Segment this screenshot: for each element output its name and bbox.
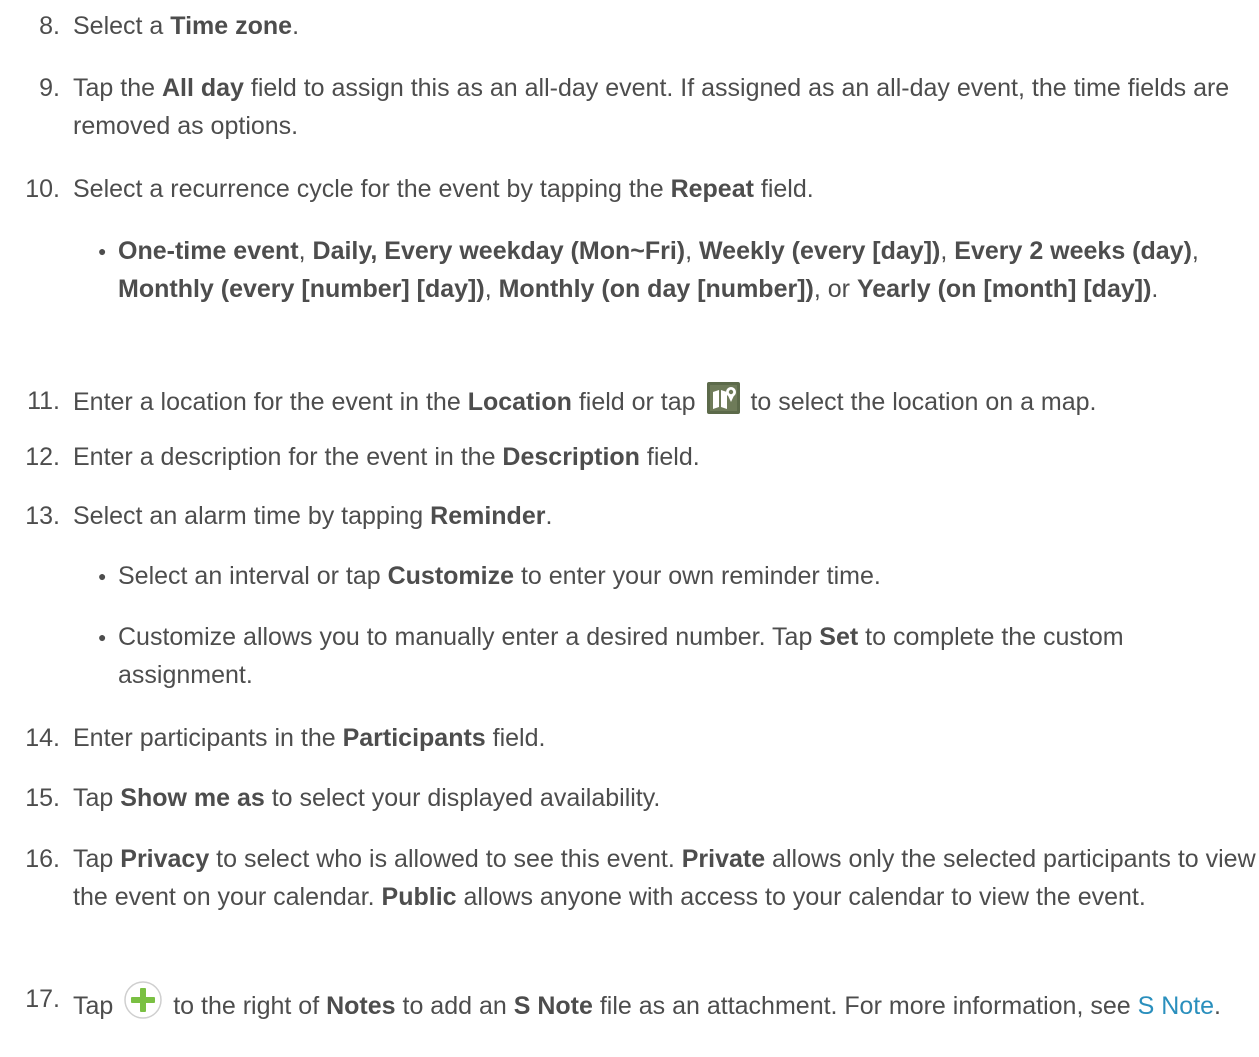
map-location-icon (706, 382, 740, 414)
repeat-options-text: One-time event, Daily, Every weekday (Mo… (118, 237, 1199, 303)
reminder-bullet-1: ● Select an interval or tap Customize to… (98, 557, 1259, 595)
step-number: 11. (27, 387, 60, 415)
step-number: 16. (25, 845, 60, 873)
step-number: 12. (25, 443, 60, 471)
step-text: Enter a location for the event in the Lo… (73, 382, 1259, 421)
step-text: Select a recurrence cycle for the event … (73, 175, 814, 203)
step-text: Tap to the right of Notes to add an S No… (73, 980, 1259, 1025)
step-text: Select an alarm time by tapping Reminder… (73, 502, 553, 530)
bullet-text: Select an interval or tap Customize to e… (118, 562, 881, 590)
step-text: Tap the All day field to assign this as … (73, 74, 1230, 140)
step-number: 10. (25, 175, 60, 203)
step-text: Tap Privacy to select who is allowed to … (73, 845, 1256, 911)
step-number: 13. (25, 502, 60, 530)
bullet-text: Customize allows you to manually enter a… (118, 623, 1124, 689)
step-text: Enter participants in the Participants f… (73, 724, 546, 752)
step-number: 17. (25, 985, 60, 1013)
add-note-icon (123, 980, 163, 1020)
step-number: 15. (25, 784, 60, 812)
reminder-bullet-2: ● Customize allows you to manually enter… (98, 618, 1259, 694)
step-text: Enter a description for the event in the… (73, 443, 700, 471)
bullet-icon: ● (98, 243, 107, 259)
s-note-link[interactable]: S Note (1138, 992, 1214, 1020)
step-text: Tap Show me as to select your displayed … (73, 784, 661, 812)
step-number: 14. (25, 724, 60, 752)
bullet-icon: ● (98, 629, 107, 645)
step-number: 9. (39, 74, 60, 102)
repeat-options-bullet: ● One-time event, Daily, Every weekday (… (98, 232, 1259, 308)
step-text: Select a Time zone. (73, 12, 300, 40)
bullet-icon: ● (98, 568, 107, 584)
step-number: 8. (39, 12, 60, 40)
